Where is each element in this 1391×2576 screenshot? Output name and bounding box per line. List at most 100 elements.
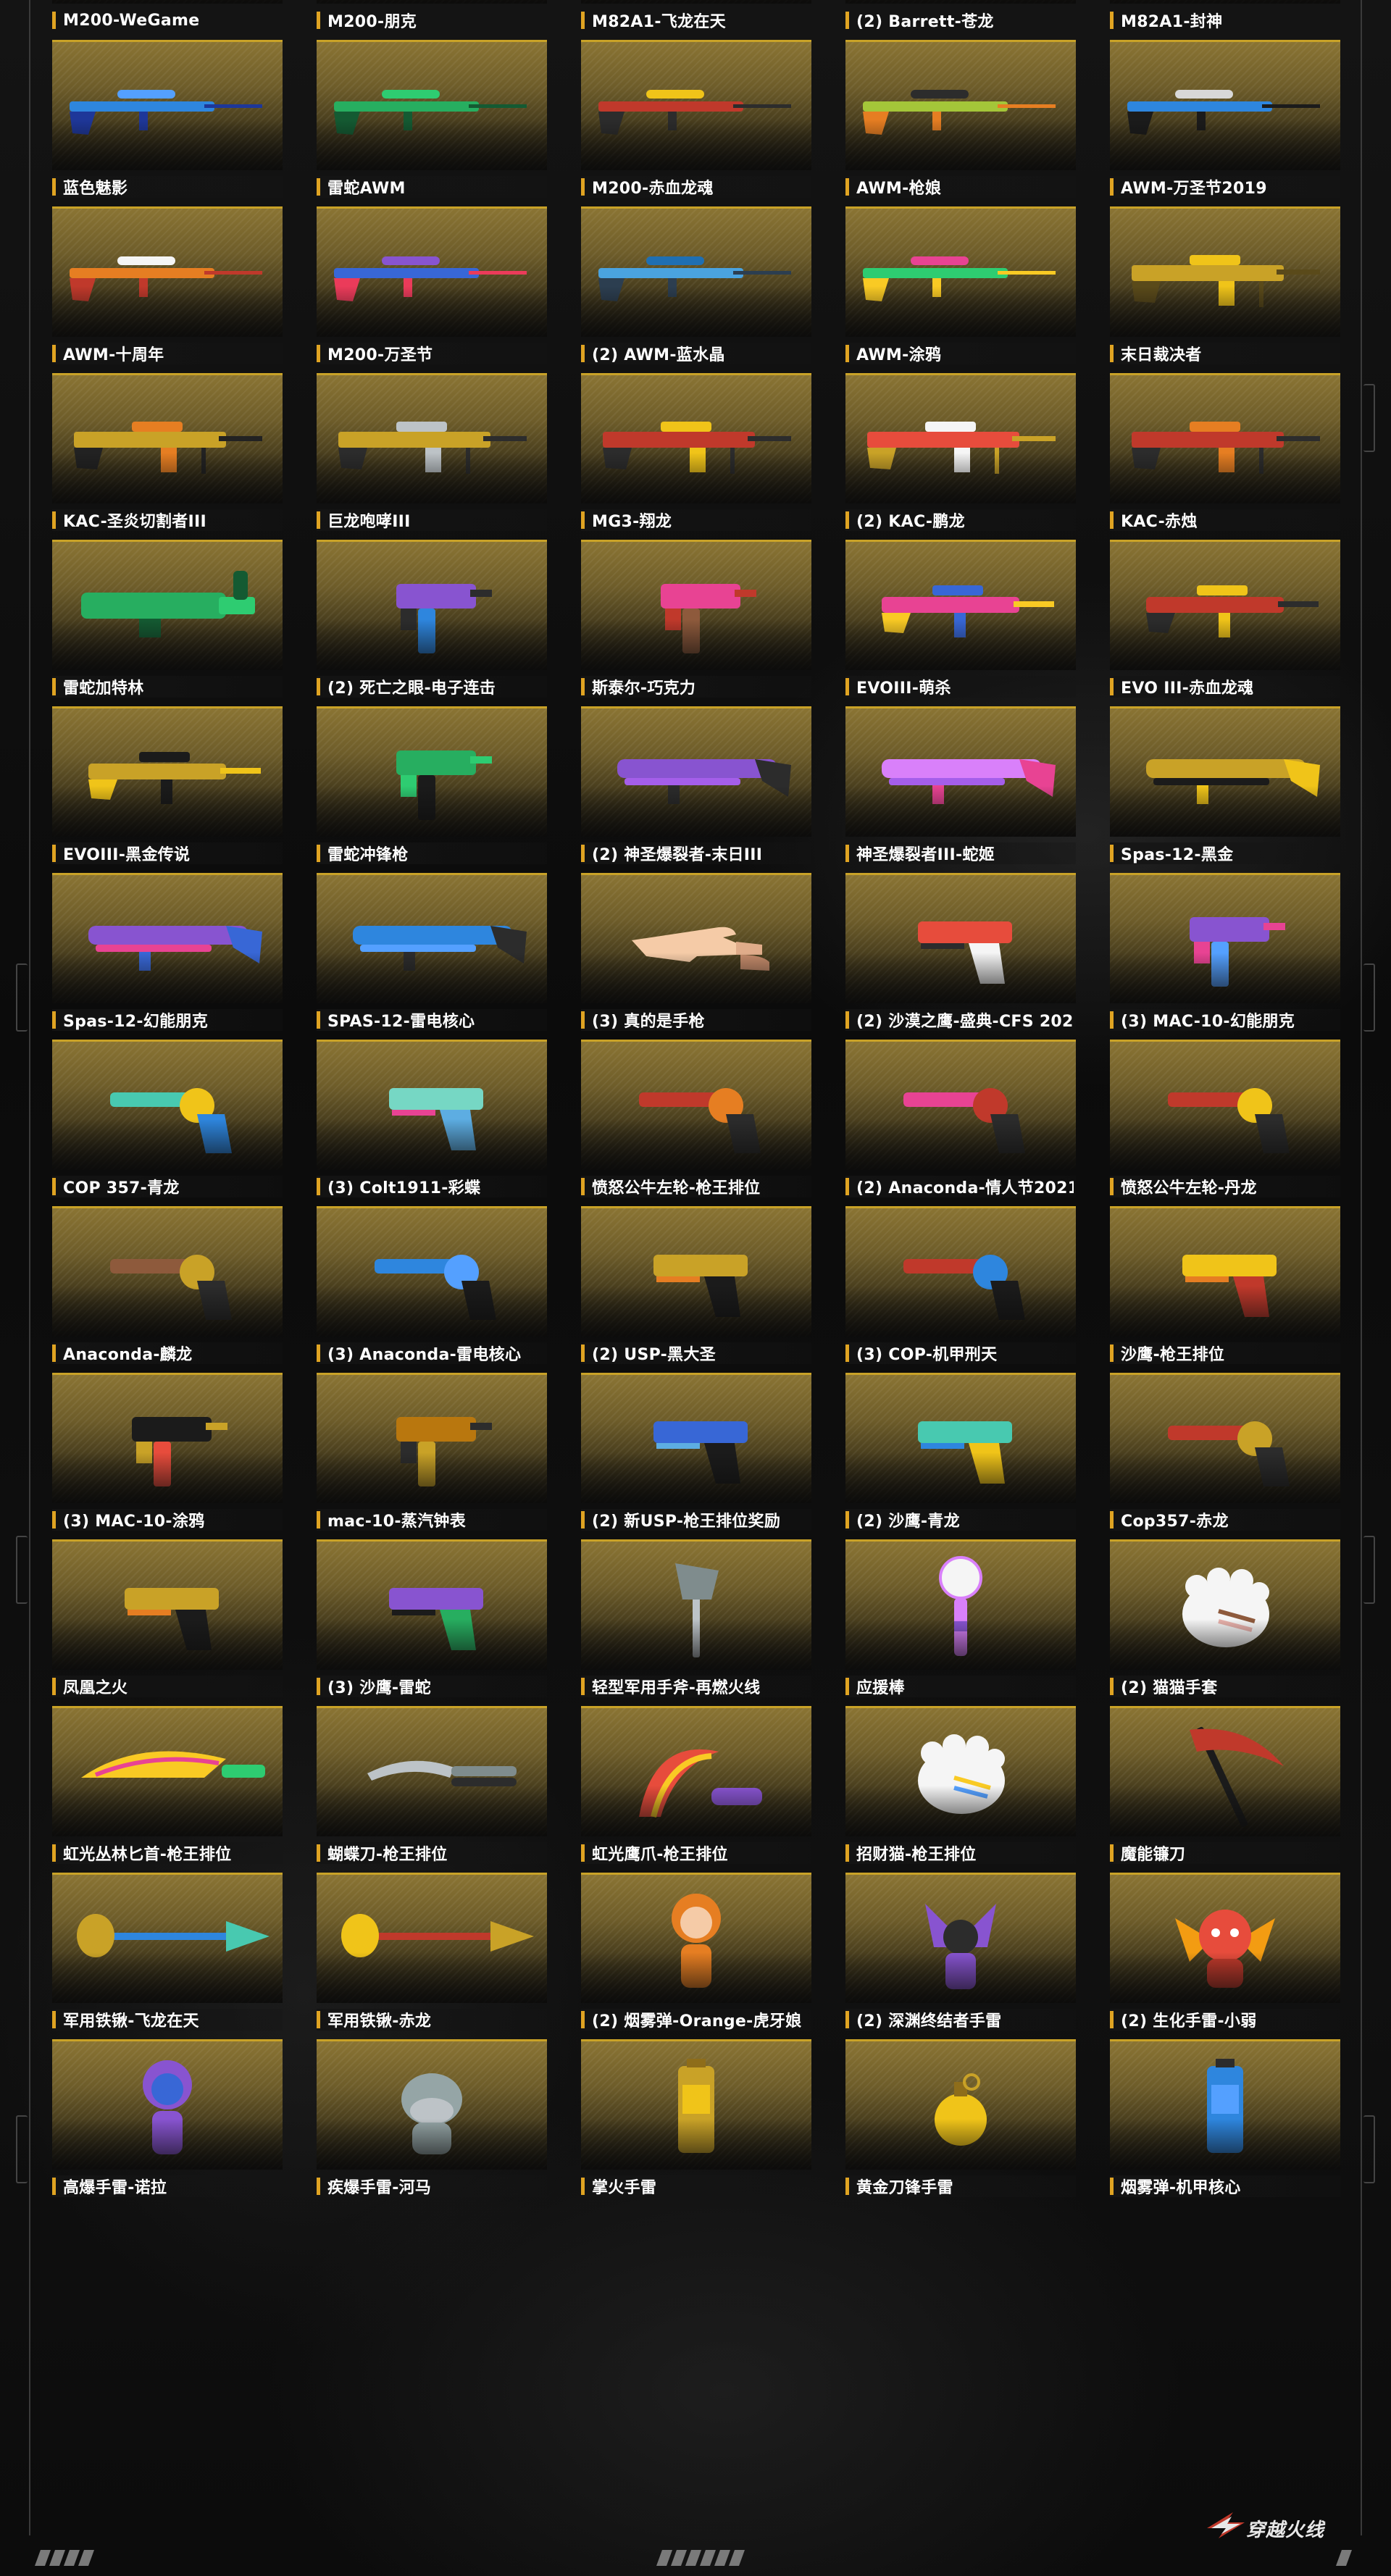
item-card[interactable]: AWM-涂鸦 xyxy=(845,206,1076,369)
item-card[interactable]: (2) 烟雾弹-Orange-虎牙娘 xyxy=(581,1873,811,2035)
item-card[interactable]: 沙鹰-枪王排位 xyxy=(1110,1206,1340,1368)
item-card[interactable]: (2) 生化手雷-小弱 xyxy=(1110,1873,1340,2035)
item-card[interactable]: 蓝色魅影 xyxy=(52,40,283,202)
item-card[interactable]: 雷蛇AWM xyxy=(317,40,547,202)
item-image-panel xyxy=(1110,1873,1340,2003)
label-marker xyxy=(581,678,585,695)
item-card[interactable]: EVOIII-萌杀 xyxy=(845,540,1076,702)
label-marker xyxy=(845,345,849,362)
item-label: (3) MAC-10-幻能朋克 xyxy=(1121,1013,1295,1031)
item-label: (2) KAC-鹏龙 xyxy=(856,513,965,531)
item-card[interactable]: 斯泰尔-巧克力 xyxy=(581,540,811,702)
item-card[interactable]: M200-赤血龙魂 xyxy=(581,40,811,202)
item-card[interactable]: (2) 新USP-枪王排位奖励 xyxy=(581,1373,811,1535)
item-card[interactable]: SPAS-12-雷电核心 xyxy=(317,873,547,1035)
item-card[interactable]: 蝴蝶刀-枪王排位 xyxy=(317,1706,547,1868)
item-label-row: 神圣爆裂者III-蛇姬 xyxy=(845,842,1076,864)
label-marker xyxy=(581,1178,585,1195)
item-card[interactable]: (3) 真的是手枪 xyxy=(581,873,811,1035)
item-card[interactable]: (3) Anaconda-雷电核心 xyxy=(317,1206,547,1368)
item-card[interactable]: Spas-12-幻能朋克 xyxy=(52,873,283,1035)
item-card[interactable]: M82A1-封神 xyxy=(1110,0,1340,35)
item-card[interactable]: MG3-翔龙 xyxy=(581,373,811,535)
item-card[interactable]: 军用铁锹-赤龙 xyxy=(317,1873,547,2035)
item-card[interactable]: (2) 沙漠之鹰-盛典-CFS 2021 xyxy=(845,873,1076,1035)
item-card[interactable]: 巨龙咆哮III xyxy=(317,373,547,535)
item-card[interactable]: 雷蛇冲锋枪 xyxy=(317,706,547,869)
sniper-rifle-icon xyxy=(598,90,791,135)
item-label-row: 雷蛇AWM xyxy=(317,176,547,198)
item-label: (3) MAC-10-涂鸦 xyxy=(63,1513,205,1531)
label-marker xyxy=(581,1678,585,1695)
item-card[interactable]: AWM-十周年 xyxy=(52,206,283,369)
item-card[interactable]: M200-朋克 xyxy=(317,0,547,35)
item-card[interactable]: 神圣爆裂者III-蛇姬 xyxy=(845,706,1076,869)
machine-gun-icon xyxy=(1132,422,1320,474)
item-card[interactable]: 烟雾弹-机甲核心 xyxy=(1110,2039,1340,2201)
item-card[interactable]: 雷蛇加特林 xyxy=(52,540,283,702)
item-card[interactable]: EVO III-赤血龙魂 xyxy=(1110,540,1340,702)
item-card[interactable]: M200-WeGame xyxy=(52,0,283,35)
item-card[interactable]: (2) Anaconda-情人节2021 xyxy=(845,1040,1076,1202)
item-card[interactable]: M82A1-飞龙在天 xyxy=(581,0,811,35)
rifle-icon xyxy=(882,585,1054,637)
item-card[interactable]: (3) 沙鹰-雷蛇 xyxy=(317,1539,547,1702)
item-label: (2) Barrett-苍龙 xyxy=(856,13,994,31)
item-card[interactable]: 高爆手雷-诺拉 xyxy=(52,2039,283,2201)
smg-icon xyxy=(1190,917,1285,987)
item-card[interactable]: 虹光丛林匕首-枪王排位 xyxy=(52,1706,283,1868)
item-card[interactable]: 末日裁决者 xyxy=(1110,206,1340,369)
item-card[interactable]: (2) 神圣爆裂者-末日III xyxy=(581,706,811,869)
pistol-icon xyxy=(389,1588,483,1650)
item-card[interactable]: (3) Colt1911-彩蝶 xyxy=(317,1040,547,1202)
item-card[interactable]: 凤凰之火 xyxy=(52,1539,283,1702)
item-card[interactable]: (2) Barrett-苍龙 xyxy=(845,0,1076,35)
item-label-row: mac-10-蒸汽钟表 xyxy=(317,1509,547,1531)
item-label-row: M200-赤血龙魂 xyxy=(581,176,811,198)
item-label-row: 雷蛇冲锋枪 xyxy=(317,842,547,864)
item-card[interactable]: 愤怒公牛左轮-枪王排位 xyxy=(581,1040,811,1202)
item-card[interactable]: (2) 猫猫手套 xyxy=(1110,1539,1340,1702)
item-card[interactable]: mac-10-蒸汽钟表 xyxy=(317,1373,547,1535)
hippo-figure-icon xyxy=(401,2073,462,2154)
item-label-row: M200-万圣节 xyxy=(317,343,547,364)
item-label-row: EVOIII-萌杀 xyxy=(845,676,1076,698)
item-card[interactable]: (3) MAC-10-涂鸦 xyxy=(52,1373,283,1535)
item-label-row: 愤怒公牛左轮-丹龙 xyxy=(1110,1176,1340,1197)
item-card[interactable]: (2) USP-黑大圣 xyxy=(581,1206,811,1368)
item-card[interactable]: 应援棒 xyxy=(845,1539,1076,1702)
item-card[interactable]: (2) KAC-鹏龙 xyxy=(845,373,1076,535)
item-card[interactable]: (2) 沙鹰-青龙 xyxy=(845,1373,1076,1535)
item-card[interactable]: EVOIII-黑金传说 xyxy=(52,706,283,869)
item-card[interactable]: 掌火手雷 xyxy=(581,2039,811,2201)
label-marker xyxy=(52,12,56,29)
item-card[interactable]: Cop357-赤龙 xyxy=(1110,1373,1340,1535)
item-card[interactable]: COP 357-青龙 xyxy=(52,1040,283,1202)
item-card[interactable]: M200-万圣节 xyxy=(317,206,547,369)
item-card[interactable]: 招财猫-枪王排位 xyxy=(845,1706,1076,1868)
item-card[interactable]: (2) 深渊终结者手雷 xyxy=(845,1873,1076,2035)
item-card[interactable]: 轻型军用手斧-再燃火线 xyxy=(581,1539,811,1702)
item-card[interactable]: 军用铁锹-飞龙在天 xyxy=(52,1873,283,2035)
item-card[interactable]: (3) COP-机甲刑天 xyxy=(845,1206,1076,1368)
item-card[interactable]: (2) AWM-蓝水晶 xyxy=(581,206,811,369)
item-label: 疾爆手雷-河马 xyxy=(327,2179,432,2197)
item-image-panel xyxy=(845,1206,1076,1337)
item-card[interactable]: Anaconda-麟龙 xyxy=(52,1206,283,1368)
item-card[interactable]: Spas-12-黑金 xyxy=(1110,706,1340,869)
item-image-panel xyxy=(52,1873,283,2003)
label-marker xyxy=(317,1844,320,1862)
item-card[interactable]: KAC-赤烛 xyxy=(1110,373,1340,535)
item-label-row: (3) Anaconda-雷电核心 xyxy=(317,1342,547,1364)
item-card[interactable]: 愤怒公牛左轮-丹龙 xyxy=(1110,1040,1340,1202)
item-label: 凤凰之火 xyxy=(63,1679,128,1697)
item-card[interactable]: (2) 死亡之眼-电子连击 xyxy=(317,540,547,702)
item-card[interactable]: KAC-圣炎切割者III xyxy=(52,373,283,535)
item-card[interactable]: 虹光鹰爪-枪王排位 xyxy=(581,1706,811,1868)
item-card[interactable]: AWM-枪娘 xyxy=(845,40,1076,202)
item-card[interactable]: 疾爆手雷-河马 xyxy=(317,2039,547,2201)
item-card[interactable]: 黄金刀锋手雷 xyxy=(845,2039,1076,2201)
item-card[interactable]: AWM-万圣节2019 xyxy=(1110,40,1340,202)
item-card[interactable]: (3) MAC-10-幻能朋克 xyxy=(1110,873,1340,1035)
item-card[interactable]: 魔能镰刀 xyxy=(1110,1706,1340,1868)
